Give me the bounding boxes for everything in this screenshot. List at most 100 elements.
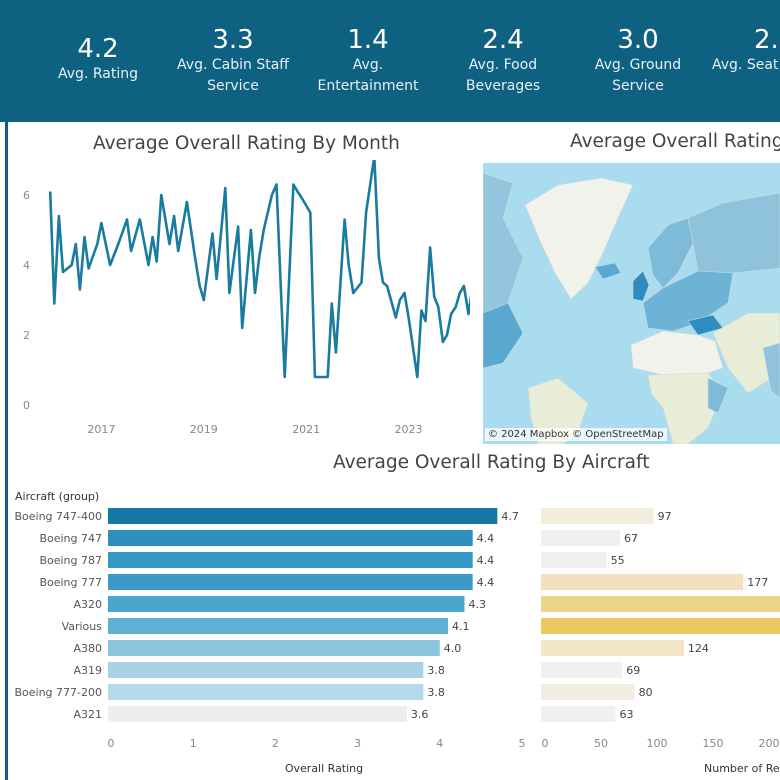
kpi-card: 2.4 Avg. Food Beverages [433,25,573,97]
map-region-east-africa [707,377,729,414]
x-tick-label: 3 [354,737,361,750]
group-header: Aircraft (group) [15,490,99,503]
category-label: A320 [73,598,102,611]
rating-bar[interactable] [108,618,449,634]
x-axis-label: Overall Rating [285,762,363,775]
map-canvas [483,172,780,444]
map-region-north-america [483,172,524,314]
bar-value-label: 69 [626,664,640,677]
kpi-value: 2.4 [482,25,524,55]
bar-value-label: 67 [624,532,638,545]
kpi-value: 3.3 [212,25,254,55]
y-tick-label: 2 [23,329,30,342]
bar-value-label: 4.0 [444,642,462,655]
rating-bar[interactable] [108,684,424,700]
category-label: A321 [73,708,102,721]
y-tick-label: 6 [23,189,30,202]
category-label: Boeing 747 [39,532,102,545]
rating-bar[interactable] [108,640,440,656]
kpi-label: Entertainment [317,78,419,94]
x-tick-label: 50 [594,737,608,750]
kpi-label: Avg. Ground [594,57,682,73]
bar-value-label: 177 [747,576,768,589]
map-region-iceland [594,262,622,280]
bar-chart-title: Average Overall Rating By Aircraft [333,452,650,473]
rating-bar[interactable] [108,596,465,612]
review-count-bar[interactable] [541,552,607,568]
review-count-bar[interactable] [541,574,744,590]
kpi-card: 1.4 Avg. Entertainment [298,25,438,97]
kpi-banner: s4.2Avg. Rating3.3Avg. Cabin StaffServic… [0,0,780,122]
y-tick-label: 4 [23,259,30,272]
bar-value-label: 55 [611,554,625,567]
line-chart: 0 2 4 6 2017 2019 2021 2023 [23,160,470,436]
kpi-value: 3.0 [617,25,659,55]
category-label: Various [62,620,103,633]
bar-value-label: 3.8 [427,664,445,677]
rating-bar[interactable] [108,552,473,568]
kpi-label: Avg. Food [468,57,538,73]
map-region-russia [687,192,780,274]
x-tick-label: 4 [436,737,443,750]
x-tick-label: 150 [703,737,724,750]
kpi-label: Avg. Cabin Staff [177,57,289,73]
rating-bar[interactable] [108,574,473,590]
kpi-label: Service [207,78,259,94]
x-tick-label: 2 [272,737,279,750]
map-title: Average Overall Rating [570,131,780,152]
kpi-label: Avg. Seat [712,57,779,73]
bar-value-label: 124 [688,642,709,655]
kpi-value: 4.2 [77,34,119,64]
review-count-bar[interactable] [541,508,654,524]
x-tick-label: 1 [190,737,197,750]
kpi-card: 3.0 Avg. Ground Service [568,25,708,97]
bar-value-label: 4.4 [477,576,495,589]
series-line[interactable] [48,160,470,379]
kpi-label: Service [612,78,664,94]
map-region-usa [483,302,524,369]
x-tick-label: 2019 [190,423,218,436]
x-tick-label: 2017 [87,423,115,436]
bar-value-label: 3.6 [411,708,429,721]
map-region-north-africa [630,330,724,376]
x-axis-label: Number of Rev [704,762,780,775]
rating-bar[interactable] [108,662,424,678]
world-map[interactable] [483,163,780,444]
bar-value-label: 4.7 [501,510,518,523]
bar-value-label: 80 [639,686,653,699]
kpi-label: Avg. [352,57,384,73]
bar-value-label: 4.3 [468,598,486,611]
x-tick-label: 200 [759,737,780,750]
bar-value-label: 4.4 [477,532,495,545]
category-label: Boeing 787 [39,554,102,567]
review-count-bar[interactable] [541,530,621,546]
category-label: Boeing 747-400 [14,510,102,523]
rating-bar[interactable] [108,530,473,546]
rating-bar[interactable] [108,706,407,722]
kpi-label: Beverages [465,78,541,94]
x-tick-label: 5 [519,737,526,750]
kpi-card: 2. Avg. Seat [712,25,780,76]
review-count-bar[interactable] [541,618,780,634]
category-label: A380 [73,642,102,655]
rating-bar[interactable] [108,508,498,524]
bar-value-label: 63 [620,708,634,721]
kpi-value: 2. [754,25,779,55]
x-tick-label: 2021 [292,423,320,436]
category-label: Boeing 777 [39,576,102,589]
map-region-uk [632,270,650,302]
bar-value-label: 4.4 [477,554,495,567]
bar-value-label: 4.1 [452,620,470,633]
map-attribution[interactable]: © 2024 Mapbox © OpenStreetMap [485,428,667,441]
kpi-value: 1.4 [347,25,389,55]
review-count-bar[interactable] [541,596,780,612]
x-tick-label: 0 [542,737,549,750]
review-count-bar[interactable] [541,662,623,678]
kpi-label: Avg. Rating [58,66,138,82]
review-count-bar[interactable] [541,640,684,656]
y-tick-label: 0 [23,399,30,412]
review-count-bar[interactable] [541,706,616,722]
category-label: A319 [73,664,102,677]
review-count-bar[interactable] [541,684,635,700]
kpi-card: 4.2 Avg. Rating [28,34,168,85]
